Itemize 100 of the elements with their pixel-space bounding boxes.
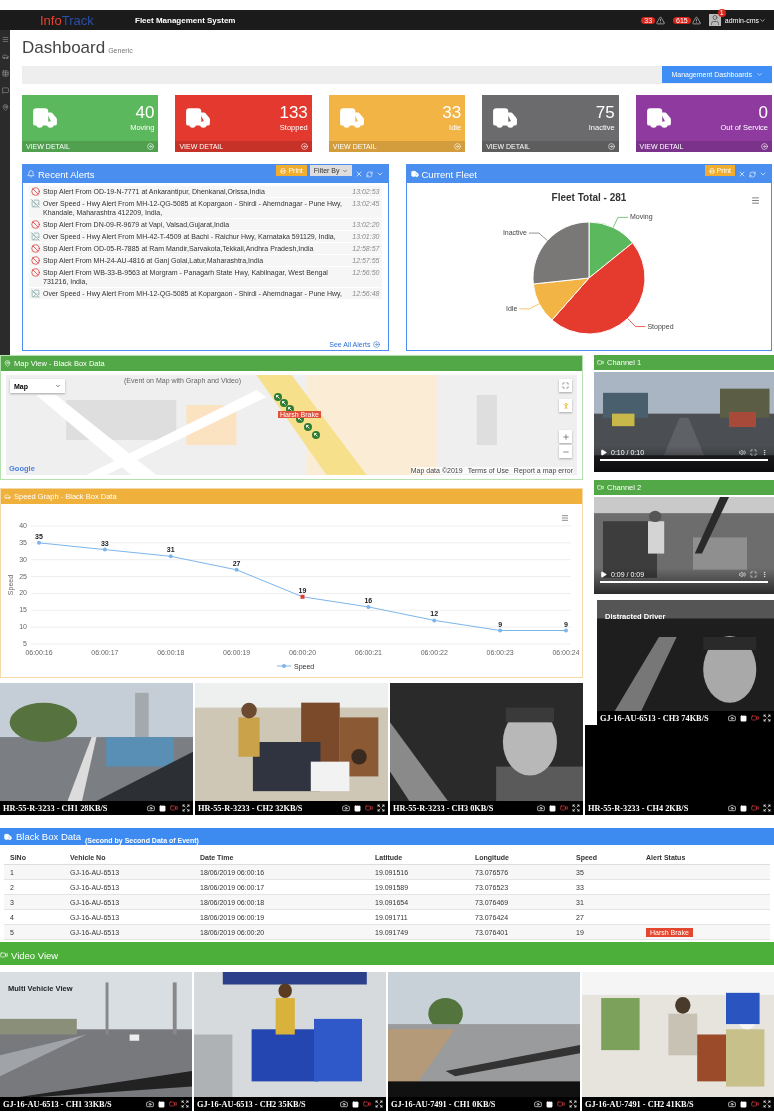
stop-icon[interactable] [354,804,361,812]
record-icon[interactable] [363,1100,371,1108]
pin-icon [4,360,11,367]
stop-icon [31,220,40,229]
stop-icon[interactable] [159,804,166,812]
volume-icon[interactable] [739,449,746,456]
data-point [498,628,503,633]
record-icon[interactable] [751,804,759,812]
stop-icon [31,244,40,253]
stop-icon [31,256,40,265]
broken-image-icon [31,232,40,241]
logo: InfoTrack [39,13,95,27]
fullscreen-icon [562,382,569,389]
record-icon[interactable] [560,804,568,812]
arrow-icon [147,143,155,150]
card-count: 75 [595,104,615,123]
fullscreen-icon[interactable] [750,571,757,578]
card-count: 0 [758,104,768,123]
camera-caption: HR-55-R-3233 - CH2 32KB/S [198,803,304,813]
play-icon[interactable] [600,571,607,578]
camera-caption: GJ-16-AU-6513 - CH2 35KB/S [197,1099,307,1109]
caret-icon [756,71,763,78]
data-point [432,618,437,623]
expand-icon[interactable] [182,804,190,812]
camera-icon[interactable] [728,714,736,722]
event-point [300,594,305,599]
camera-caption: HR-55-R-3233 - CH4 2KB/S [588,803,690,813]
card-count: 33 [442,104,462,123]
expand-icon[interactable] [569,1100,577,1108]
expand-icon[interactable] [181,1100,189,1108]
expand-icon[interactable] [763,1100,771,1108]
stop-icon [31,187,40,196]
warning-icon[interactable] [691,15,701,25]
printer-icon [280,167,287,174]
record-icon[interactable] [751,714,759,722]
marker-icon[interactable] [280,399,288,407]
camera-caption: HR-55-R-3233 - CH3 0KB/S [393,803,495,813]
legend-marker [276,664,292,668]
broken-image-icon [31,199,40,208]
section-title: Video View [11,949,59,961]
stop-icon[interactable] [158,1100,165,1108]
record-icon[interactable] [557,1100,565,1108]
expand-icon[interactable] [375,1100,383,1108]
broken-image-icon [31,289,40,298]
video-icon [597,484,604,491]
stop-icon[interactable] [740,804,747,812]
warning-icon[interactable] [656,15,666,25]
card-count: 133 [279,104,308,123]
data-point [564,628,568,633]
play-icon[interactable] [600,449,607,456]
truck-icon [32,105,58,131]
marker-icon[interactable] [312,431,320,439]
stop-icon[interactable] [740,714,747,722]
app-title: Fleet Management System [135,15,237,25]
panel-title: Recent Alerts [38,168,96,180]
card-count: 40 [135,104,155,123]
expand-icon[interactable] [763,714,771,722]
camera-caption: GJ-16-AU-6513 - CH1 33KB/S [3,1099,113,1109]
camera-icon[interactable] [340,1100,348,1108]
expand-icon[interactable] [377,804,385,812]
stop-icon[interactable] [546,1100,553,1108]
camera-icon[interactable] [147,804,155,812]
stop-icon[interactable] [740,1100,747,1108]
camera-icon[interactable] [728,804,736,812]
printer-icon [708,167,715,174]
expand-icon[interactable] [572,804,580,812]
user-avatar[interactable] [708,14,721,26]
stop-icon[interactable] [352,1100,359,1108]
data-point [366,604,371,609]
record-icon[interactable] [169,1100,177,1108]
record-icon[interactable] [170,804,178,812]
chart-title: Fleet Total - 281 [551,192,626,203]
table-icon[interactable] [1,70,9,77]
camera-icon[interactable] [728,1100,736,1108]
arrow-icon [607,143,615,150]
arrow-icon [372,341,380,348]
camera-icon[interactable] [534,1100,542,1108]
page-title: Dashboard [22,38,106,58]
fullscreen-icon[interactable] [750,449,757,456]
panel-title: Current Fleet [421,168,478,180]
caret-icon[interactable] [759,16,766,24]
marker-icon[interactable] [274,393,282,401]
car-icon[interactable] [1,53,9,60]
record-icon[interactable] [365,804,373,812]
pin-icon[interactable] [1,104,9,111]
expand-icon[interactable] [763,804,771,812]
camera-icon[interactable] [537,804,545,812]
stop-icon[interactable] [549,804,556,812]
menu-icon[interactable] [1,36,9,43]
chart-menu-icon[interactable] [750,196,760,205]
camera-icon[interactable] [342,804,350,812]
record-icon[interactable] [751,1100,759,1108]
data-point [37,540,41,545]
chart-menu-icon[interactable] [561,514,569,522]
volume-icon[interactable] [739,571,746,578]
truck-icon [185,105,212,131]
camera-icon[interactable] [146,1100,154,1108]
leader-line [626,318,646,327]
marker-icon[interactable] [304,423,312,431]
chat-icon[interactable] [1,87,9,94]
